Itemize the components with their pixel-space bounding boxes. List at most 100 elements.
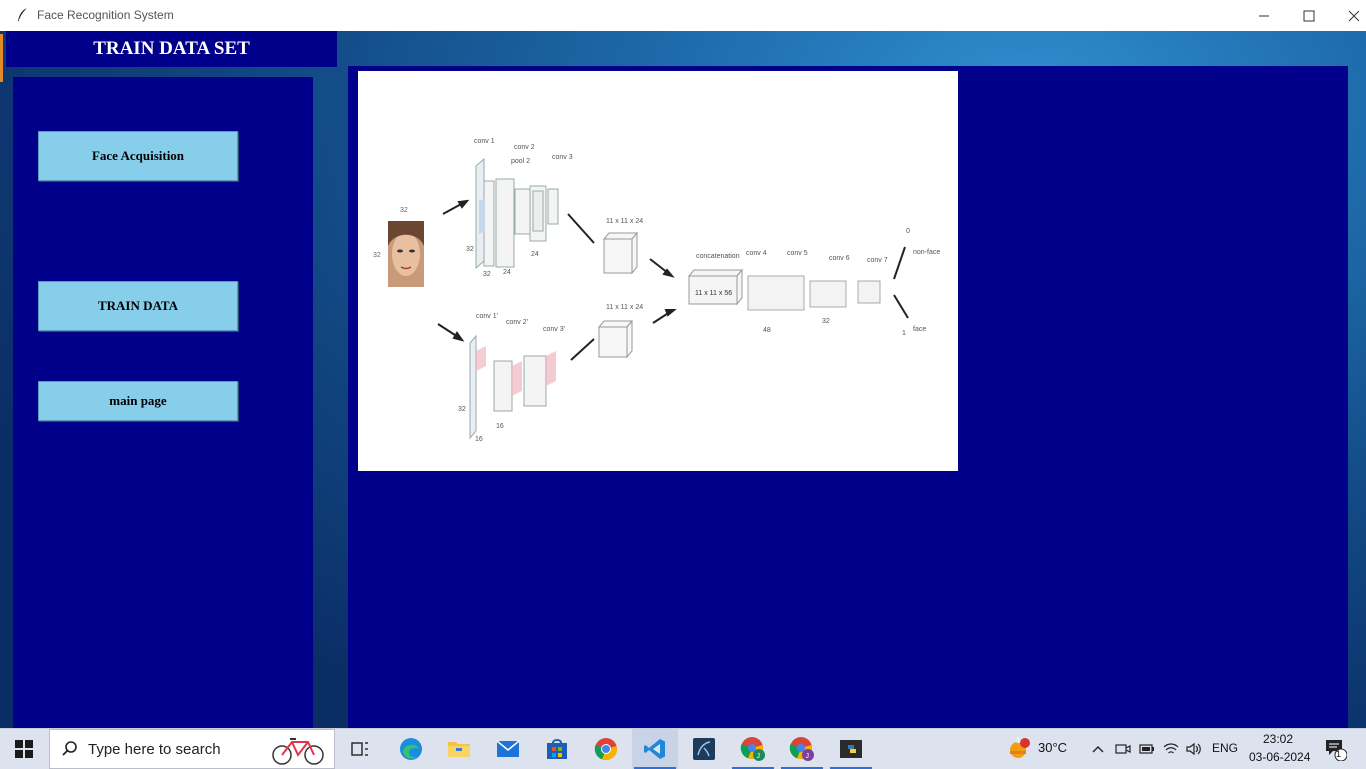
top-volume: [602, 231, 639, 275]
main-page-button[interactable]: main page: [38, 381, 238, 421]
python-icon: [840, 740, 862, 758]
label-n32: 32: [822, 318, 830, 325]
label-n48: 48: [763, 327, 771, 334]
minimize-button[interactable]: [1241, 0, 1287, 31]
folder-icon: [448, 742, 470, 757]
sidebar-panel: Face Acquisition TRAIN DATA main page: [13, 77, 313, 728]
vscode-icon: [644, 739, 665, 759]
page-title: TRAIN DATA SET: [6, 31, 337, 67]
notification-count: 1: [1336, 749, 1342, 759]
weather-badge: 1: [1016, 736, 1021, 745]
conv-blocks: [747, 275, 881, 311]
cnn-architecture-diagram: 32 32 conv 1 conv 2 pool 2 conv 3 32 32 …: [358, 71, 958, 471]
label-concat-size: 11 x 11 x 56: [695, 290, 732, 297]
store-icon: [547, 739, 567, 759]
label-n16-b: 16: [496, 423, 504, 430]
language-indicator[interactable]: ENG: [1212, 741, 1238, 755]
maximize-icon: [1303, 10, 1315, 21]
database-icon: [693, 738, 715, 760]
filter-patch-top: [479, 198, 485, 234]
file-explorer-button[interactable]: [436, 729, 482, 769]
label-conv3b: conv 3': [543, 326, 565, 333]
diagram-canvas: 32 32 conv 1 conv 2 pool 2 conv 3 32 32 …: [373, 138, 940, 443]
windows-icon: [15, 740, 33, 758]
maximize-button[interactable]: [1286, 0, 1332, 31]
label-conv1b: conv 1': [476, 313, 498, 320]
search-icon: [62, 741, 77, 756]
bicycle-icon: [272, 738, 324, 765]
label-conv4: conv 4: [746, 250, 767, 257]
top-branch-layers: [475, 157, 559, 270]
search-box[interactable]: Type here to search: [49, 729, 335, 769]
video-icon: [1115, 744, 1131, 754]
label-nonface: non-face: [913, 249, 940, 256]
input-size-top: 32: [400, 207, 408, 214]
label-out1: 1: [902, 330, 906, 337]
chrome-app-button[interactable]: [583, 729, 629, 769]
search-placeholder: Type here to search: [88, 741, 221, 758]
notifications-button[interactable]: [1320, 729, 1350, 769]
bottom-volume: [597, 319, 634, 359]
minimize-icon: [1259, 15, 1269, 16]
chrome-profile-2-button[interactable]: J: [779, 729, 825, 769]
start-button[interactable]: [0, 729, 48, 769]
label-conv6: conv 6: [829, 255, 850, 262]
label-conv1: conv 1: [474, 138, 495, 145]
svg-text:J: J: [757, 753, 761, 760]
label-conv2: conv 2: [514, 144, 535, 151]
chrome-icon: [594, 738, 617, 761]
weather-temperature[interactable]: 30°C: [1038, 740, 1067, 755]
label-conv5: conv 5: [787, 250, 808, 257]
edge-icon: [400, 738, 422, 760]
label-n16: 16: [475, 436, 483, 443]
label-n24b: 24: [531, 251, 539, 258]
window-title: Face Recognition System: [37, 8, 174, 22]
notification-icon: [1326, 740, 1347, 761]
chrome-profile-icon: J: [740, 737, 765, 761]
chrome-profile-icon-2: J: [789, 737, 814, 761]
label-pool2: pool 2: [511, 158, 530, 165]
mail-icon: [496, 740, 520, 757]
label-conv7: conv 7: [867, 257, 888, 264]
mysql-workbench-button[interactable]: [681, 729, 727, 769]
vscode-app-button[interactable]: [632, 729, 678, 769]
svg-text:J: J: [806, 753, 810, 760]
task-view-icon: [351, 742, 368, 756]
label-n32a: 32: [466, 246, 474, 253]
python-app-button[interactable]: [828, 729, 874, 769]
weather-button[interactable]: [1004, 729, 1032, 769]
content-panel: 32 32 conv 1 conv 2 pool 2 conv 3 32 32 …: [348, 66, 1348, 728]
close-button[interactable]: [1331, 0, 1366, 31]
store-app-button[interactable]: [534, 729, 580, 769]
chevron-up-icon: [1092, 746, 1104, 753]
input-size-side: 32: [373, 252, 381, 259]
show-hidden-icons-button[interactable]: [1090, 729, 1106, 769]
label-out0: 0: [906, 228, 910, 235]
concat-block: [687, 268, 744, 306]
label-concat: concatenation: [696, 253, 740, 260]
label-n32b: 32: [483, 271, 491, 278]
mail-app-button[interactable]: [485, 729, 531, 769]
feather-icon: [18, 7, 28, 21]
face-image: [388, 221, 424, 287]
label-vol-bottom: 11 x 11 x 24: [606, 304, 643, 311]
wifi-icon: [1163, 743, 1179, 754]
speaker-icon: [1186, 742, 1201, 756]
taskbar: Type here to search J J 1 30°C ENG 23:02…: [0, 728, 1366, 769]
meet-button[interactable]: [1114, 729, 1132, 769]
edge-accent: [0, 34, 3, 82]
train-data-button[interactable]: TRAIN DATA: [38, 281, 238, 331]
close-icon: [1348, 10, 1360, 21]
volume-button[interactable]: [1185, 729, 1203, 769]
face-acquisition-button[interactable]: Face Acquisition: [38, 131, 238, 181]
label-conv3: conv 3: [552, 154, 573, 161]
label-conv2b: conv 2': [506, 319, 528, 326]
network-button[interactable]: [1162, 729, 1180, 769]
title-bar: Face Recognition System: [0, 0, 1366, 32]
clock-date[interactable]: 03-06-2024: [1249, 750, 1310, 764]
task-view-button[interactable]: [342, 729, 378, 769]
clock-time[interactable]: 23:02: [1263, 732, 1293, 746]
battery-button[interactable]: [1138, 729, 1156, 769]
edge-app-button[interactable]: [388, 729, 434, 769]
chrome-profile-1-button[interactable]: J: [730, 729, 776, 769]
